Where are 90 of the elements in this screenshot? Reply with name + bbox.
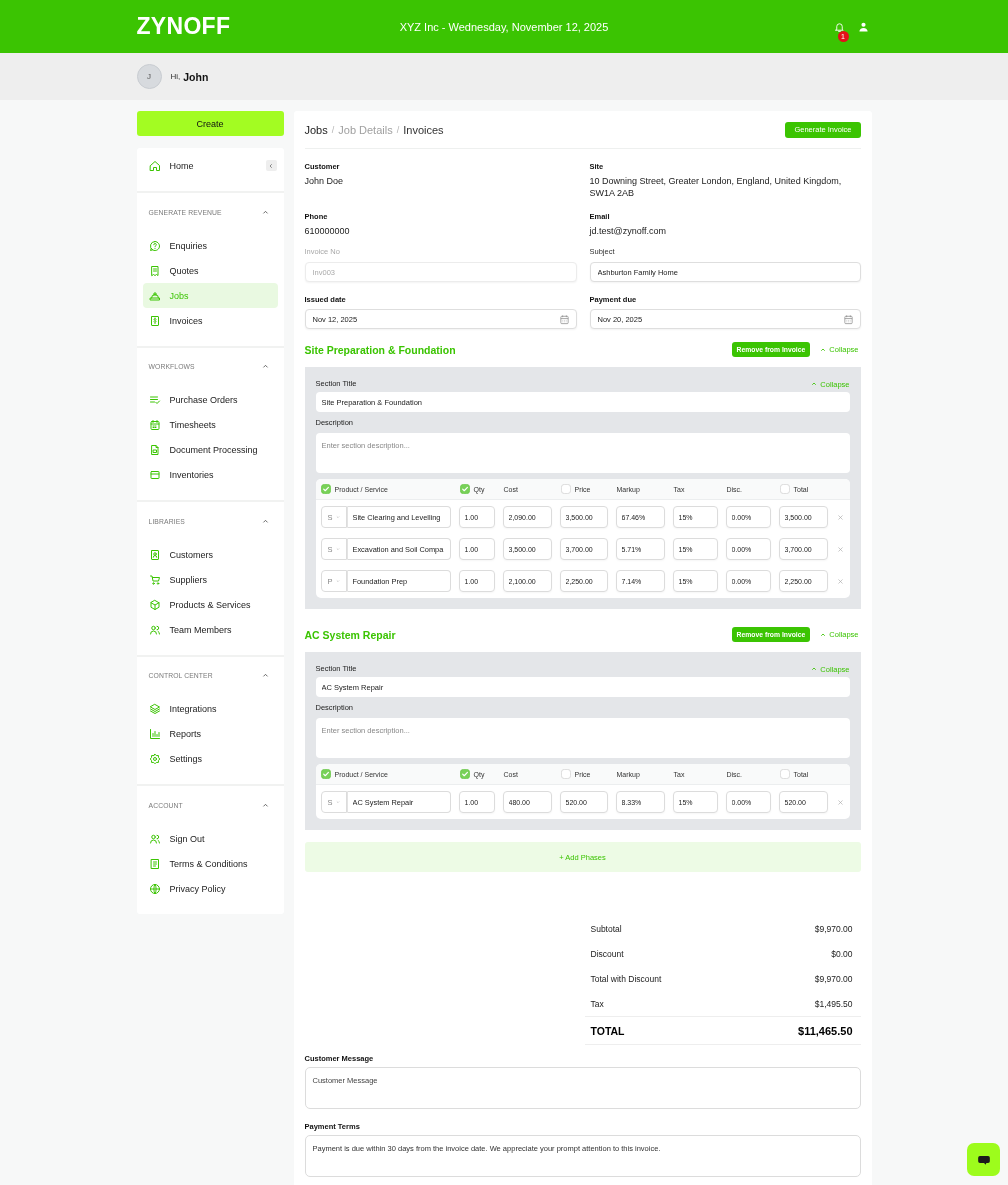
totals-value: $0.00: [831, 948, 853, 959]
nav-item[interactable]: Products & Services: [142, 592, 278, 617]
page-title: XYZ Inc - Wednesday, November 12, 2025: [399, 20, 609, 33]
cart-icon: [148, 573, 161, 586]
bar-chart-icon: [148, 728, 161, 740]
chevron-up-icon: [811, 381, 818, 387]
checkbox[interactable]: [459, 769, 470, 779]
phase-title: Site Preparation & Foundation: [304, 343, 457, 356]
nav-item[interactable]: Team Members: [142, 617, 278, 642]
create-button[interactable]: Create: [136, 111, 284, 136]
nav-item[interactable]: Enquiries: [142, 233, 278, 258]
nav-item[interactable]: Sign Out: [142, 826, 278, 851]
nav-item[interactable]: Settings: [142, 746, 278, 772]
nav-item[interactable]: Purchase Orders: [142, 387, 278, 413]
home-icon: [148, 159, 161, 172]
phase-title: AC System Repair: [304, 628, 397, 641]
checkbox[interactable]: [459, 484, 470, 494]
checkbox[interactable]: [779, 769, 790, 779]
settings-icon: [148, 753, 161, 765]
nav-item[interactable]: Customers: [142, 542, 278, 567]
calendar-icon[interactable]: [558, 313, 570, 325]
contact-card-icon: [148, 548, 161, 561]
checkbox[interactable]: [560, 769, 571, 779]
field-value: 10 Downing Street, Greater London, England, United Kingdom, SW1A 2AB: [589, 175, 843, 199]
collapse-sidebar-button[interactable]: [265, 160, 277, 171]
chevron-up-icon: [820, 631, 827, 638]
layers-icon: [148, 703, 161, 715]
chevron-up-icon[interactable]: [261, 517, 269, 525]
grand-total-value: $11,465.50: [798, 1024, 853, 1037]
chevron-up-icon[interactable]: [261, 801, 269, 809]
hard-hat-icon: [148, 289, 161, 302]
nav-item[interactable]: Suppliers: [142, 567, 278, 592]
nav-item[interactable]: Timesheets: [142, 412, 278, 438]
totals-label: Discount: [590, 948, 624, 959]
chevron-up-icon: [811, 666, 818, 672]
list-document-icon: [148, 857, 161, 870]
nav-item[interactable]: Privacy Policy: [142, 876, 278, 901]
nav-item[interactable]: Quotes: [142, 258, 278, 283]
greeting-text: Hi,: [170, 72, 181, 81]
breadcrumb-separator: /: [331, 124, 335, 135]
breadcrumb-link[interactable]: Jobs: [304, 123, 328, 136]
nav-item[interactable]: Integrations: [142, 696, 278, 722]
breadcrumb-current: Invoices: [403, 123, 444, 136]
totals-label: Tax: [590, 998, 604, 1009]
field-value: 610000000: [304, 225, 351, 237]
totals-value: $9,970.00: [814, 973, 853, 984]
user-name: John: [183, 70, 209, 83]
document-icon: [148, 444, 161, 456]
chevron-up-icon[interactable]: [261, 208, 269, 216]
nav-item[interactable]: Reports: [142, 721, 278, 747]
avatar: J: [136, 64, 162, 89]
cube-icon: [148, 598, 161, 611]
nav-item[interactable]: Terms & Conditions: [142, 851, 278, 876]
calendar-icon[interactable]: [842, 313, 854, 325]
nav-item[interactable]: Home: [142, 153, 266, 178]
checklist-icon: [148, 394, 161, 406]
field-value: jd.test@zynoff.com: [589, 225, 667, 237]
users-icon: [148, 623, 161, 636]
chat-button[interactable]: [967, 1143, 1000, 1176]
checkbox[interactable]: [320, 769, 331, 779]
chevron-up-icon[interactable]: [261, 672, 269, 679]
close-icon[interactable]: [837, 577, 844, 585]
chevron-up-icon[interactable]: [261, 363, 269, 370]
tray-icon: [148, 469, 161, 481]
nav-item[interactable]: Inventories: [142, 462, 278, 488]
totals-label: Subtotal: [590, 923, 622, 934]
question-bubble-icon: [148, 239, 161, 252]
totals-label: Total with Discount: [590, 973, 662, 984]
checkbox[interactable]: [560, 484, 571, 494]
calendar-icon: [148, 419, 161, 431]
chevron-up-icon: [820, 346, 827, 353]
checkbox[interactable]: [320, 484, 331, 494]
receipt-icon: [148, 264, 161, 277]
chevron-left-icon: [268, 162, 274, 169]
checkbox[interactable]: [779, 484, 790, 494]
close-icon[interactable]: [837, 798, 844, 806]
totals-value: $9,970.00: [814, 923, 853, 934]
nav-item[interactable]: Document Processing: [142, 437, 278, 463]
close-icon[interactable]: [837, 513, 844, 521]
field-value: John Doe: [304, 175, 345, 187]
nav-item[interactable]: Invoices: [142, 308, 278, 333]
dollar-bill-icon: [148, 314, 161, 327]
bell-icon[interactable]: [833, 20, 845, 33]
users-icon: [148, 832, 161, 845]
breadcrumb-separator: /: [396, 124, 400, 135]
globe-icon: [148, 882, 161, 895]
grand-total-label: TOTAL: [590, 1024, 625, 1037]
user-icon[interactable]: [857, 20, 869, 33]
close-icon[interactable]: [837, 545, 844, 553]
totals-value: $1,495.50: [814, 998, 853, 1009]
